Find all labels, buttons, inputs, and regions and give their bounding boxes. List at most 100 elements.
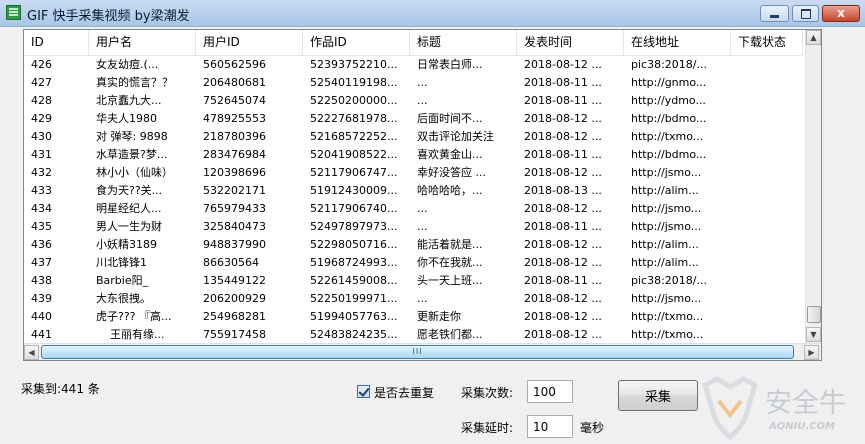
table-row[interactable]: 428 北京蠢九大... 752645074 52250200000...... 201… bbox=[24, 92, 803, 110]
bull-shield-icon bbox=[702, 376, 758, 441]
cell-online-url: http://alim... bbox=[631, 256, 699, 269]
horizontal-scroll-thumb[interactable]: III bbox=[41, 345, 794, 359]
cell-work-id: 52497897973... bbox=[310, 220, 398, 233]
cell-publish-time: 2018-08-12 ... bbox=[524, 310, 602, 323]
table-row[interactable]: 438 Barbie阳_ 135449122 52261459008... 头一天上班.… bbox=[24, 272, 803, 290]
cell-id: 441 bbox=[31, 328, 52, 341]
cell-title: ... bbox=[417, 220, 428, 233]
column-header-download-status[interactable]: 下载状态 bbox=[731, 30, 803, 55]
table-row[interactable]: 429 华夫人1980 478925553 52227681978... 后面时间不..… bbox=[24, 110, 803, 128]
table-row[interactable]: 433 食为天??关... 532202171 51912430009... 哈哈哈哈，… bbox=[24, 182, 803, 200]
scroll-right-icon[interactable]: ▶ bbox=[804, 345, 819, 360]
cell-user-id: 120398696 bbox=[203, 166, 266, 179]
table-header: ID 用户名 用户ID 作品ID 标题 发表时间 在线地址 下载状态 bbox=[24, 30, 803, 56]
cell-online-url: http://bdmo... bbox=[631, 112, 707, 125]
cell-download-status bbox=[731, 200, 803, 218]
cell-title: 头一天上班... bbox=[417, 274, 483, 287]
cell-work-id: 52041908522... bbox=[310, 148, 398, 161]
cell-online-url: http://jsmo... bbox=[631, 292, 702, 305]
column-header-user-id[interactable]: 用户ID bbox=[196, 30, 303, 55]
cell-online-url: http://alim... bbox=[631, 184, 699, 197]
scroll-down-icon[interactable]: ▼ bbox=[806, 327, 821, 342]
cell-username: Barbie阳_ bbox=[96, 274, 149, 287]
vertical-scrollbar[interactable]: ▲ ▼ bbox=[805, 30, 821, 343]
cell-user-id: 325840473 bbox=[203, 220, 266, 233]
cell-download-status bbox=[731, 164, 803, 182]
vertical-scroll-thumb[interactable] bbox=[807, 306, 821, 323]
minimize-button[interactable] bbox=[760, 5, 789, 22]
cell-id: 438 bbox=[31, 274, 52, 287]
horizontal-scrollbar[interactable]: ◀ III ▶ bbox=[24, 343, 821, 360]
cell-download-status bbox=[731, 56, 803, 74]
table-row[interactable]: 434 明星经纪人... 765979433 52117906740...... 201… bbox=[24, 200, 803, 218]
cell-username: 王丽有缘... bbox=[110, 328, 165, 341]
collect-button[interactable]: 采集 bbox=[618, 380, 698, 411]
cell-user-id: 765979433 bbox=[203, 202, 266, 215]
cell-title: ... bbox=[417, 94, 428, 107]
collect-delay-input[interactable] bbox=[527, 415, 573, 438]
cell-user-id: 218780396 bbox=[203, 130, 266, 143]
cell-title: 更新走你 bbox=[417, 310, 461, 323]
title-bar[interactable]: GIF 快手采集视频 by梁潮发 x bbox=[0, 0, 865, 27]
column-header-title[interactable]: 标题 bbox=[410, 30, 517, 55]
cell-publish-time: 2018-08-11 ... bbox=[524, 274, 602, 287]
column-header-username[interactable]: 用户名 bbox=[89, 30, 196, 55]
cell-id: 439 bbox=[31, 292, 52, 305]
cell-user-id: 254968281 bbox=[203, 310, 266, 323]
results-table[interactable]: ID 用户名 用户ID 作品ID 标题 发表时间 在线地址 下载状态 426 女友… bbox=[23, 29, 822, 361]
table-row[interactable]: 426 女友幼痘.(... 560562596 52393752210... 日常表白师… bbox=[24, 56, 803, 74]
maximize-button[interactable] bbox=[792, 5, 819, 22]
cell-title: ... bbox=[417, 292, 428, 305]
dedupe-checkbox[interactable] bbox=[357, 385, 370, 398]
table-row[interactable]: 437 川北锋锋1 86630564 51968724993... 你不在我就... 20… bbox=[24, 254, 803, 272]
table-row[interactable]: 430 对 弹琴: 9898 218780396 52168572252... 双击评论… bbox=[24, 128, 803, 146]
cell-user-id: 532202171 bbox=[203, 184, 266, 197]
cell-download-status bbox=[731, 74, 803, 92]
cell-work-id: 52117906740... bbox=[310, 202, 398, 215]
table-row[interactable]: 431 水草造景?梦... 283476984 52041908522... 喜欢黄金山… bbox=[24, 146, 803, 164]
table-row[interactable]: 441 王丽有缘... 755917458 52483824235... 愿老铁们都..… bbox=[24, 326, 803, 344]
cell-user-id: 86630564 bbox=[203, 256, 259, 269]
cell-online-url: http://txmo... bbox=[631, 130, 704, 143]
cell-user-id: 948837990 bbox=[203, 238, 266, 251]
table-row[interactable]: 436 小妖精3189 948837990 52298050716... 能活着就是..… bbox=[24, 236, 803, 254]
scroll-up-icon[interactable]: ▲ bbox=[806, 30, 821, 45]
table-row[interactable]: 440 虎子??? 『高... 254968281 51994057763... 更新走… bbox=[24, 308, 803, 326]
collect-count-input[interactable] bbox=[527, 380, 573, 403]
cell-download-status bbox=[731, 308, 803, 326]
cell-online-url: http://gnmo... bbox=[631, 76, 707, 89]
cell-work-id: 52227681978... bbox=[310, 112, 398, 125]
cell-id: 437 bbox=[31, 256, 52, 269]
cell-id: 428 bbox=[31, 94, 52, 107]
cell-username: 真实的慌言？？ bbox=[96, 76, 173, 89]
cell-title: 哈哈哈哈，... bbox=[417, 184, 483, 197]
cell-online-url: http://ydmo... bbox=[631, 94, 706, 107]
close-button[interactable]: x bbox=[822, 5, 860, 22]
collect-delay-label: 采集延时: bbox=[461, 421, 514, 435]
cell-id: 430 bbox=[31, 130, 52, 143]
cell-work-id: 51968724993... bbox=[310, 256, 398, 269]
cell-id: 434 bbox=[31, 202, 52, 215]
scroll-left-icon[interactable]: ◀ bbox=[24, 345, 39, 360]
column-header-id[interactable]: ID bbox=[24, 30, 89, 55]
cell-id: 427 bbox=[31, 76, 52, 89]
table-row[interactable]: 439 大东很拽。 206200929 52250199971...... 2018-0… bbox=[24, 290, 803, 308]
table-row[interactable]: 432 林小小（仙味） 120398696 52117906747... 幸好没答应 .… bbox=[24, 164, 803, 182]
cell-user-id: 206200929 bbox=[203, 292, 266, 305]
delay-unit-label: 毫秒 bbox=[580, 421, 605, 435]
cell-publish-time: 2018-08-12 ... bbox=[524, 256, 602, 269]
cell-username: 小妖精3189 bbox=[96, 238, 157, 251]
table-row[interactable]: 435 男人一生为财 325840473 52497897973...... 2018-… bbox=[24, 218, 803, 236]
window-title: GIF 快手采集视频 by梁潮发 bbox=[27, 9, 190, 24]
cell-download-status bbox=[731, 92, 803, 110]
column-header-online-url[interactable]: 在线地址 bbox=[624, 30, 731, 55]
column-header-work-id[interactable]: 作品ID bbox=[303, 30, 410, 55]
cell-id: 436 bbox=[31, 238, 52, 251]
watermark-subtext: AQNIU.COM bbox=[769, 421, 836, 432]
cell-online-url: pic38:2018/... bbox=[631, 274, 707, 287]
cell-username: 女友幼痘.(... bbox=[96, 58, 159, 71]
dedupe-label[interactable]: 是否去重复 bbox=[374, 384, 434, 401]
column-header-publish-time[interactable]: 发表时间 bbox=[517, 30, 624, 55]
table-row[interactable]: 427 真实的慌言？？ 206480681 52540119198...... 2018… bbox=[24, 74, 803, 92]
cell-download-status bbox=[731, 128, 803, 146]
